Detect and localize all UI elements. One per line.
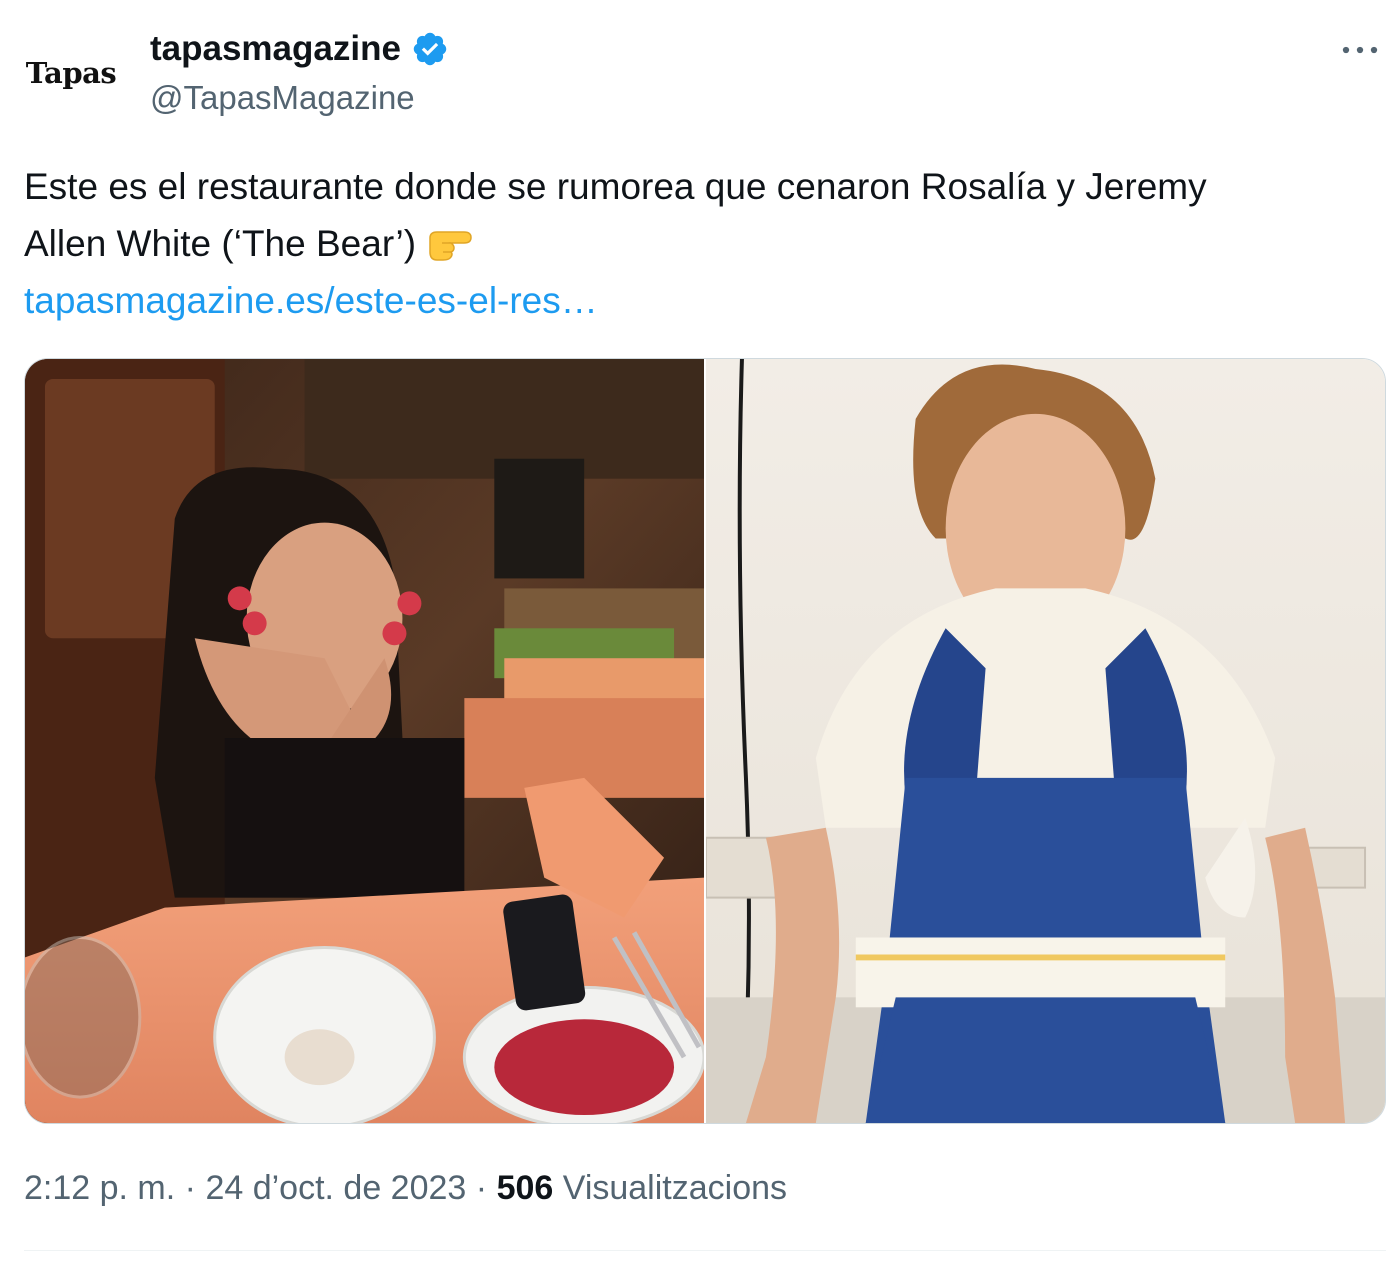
author-name-row: tapasmagazine [150, 26, 449, 72]
media-grid [24, 358, 1386, 1124]
tweet-text-line-2-row: Allen White (‘The Bear’) [24, 215, 1374, 272]
restaurant-photo[interactable] [25, 359, 704, 1123]
tweet-header: Tapas tapasmagazine @TapasMagazine [0, 0, 1400, 140]
tweet: Tapas tapasmagazine @TapasMagazine Este … [0, 0, 1400, 1261]
verified-badge-icon[interactable] [411, 30, 449, 68]
tweet-date[interactable]: 24 d’oct. de 2023 [205, 1169, 466, 1207]
views-label: Visualitzacions [562, 1169, 788, 1207]
divider [24, 1250, 1386, 1251]
meta-separator: · [184, 1169, 196, 1207]
chef-photo[interactable] [706, 359, 1385, 1123]
tweet-meta: 2:12 p. m. · 24 d’oct. de 2023 · 506 Vis… [24, 1162, 787, 1214]
views-count: 506 [496, 1169, 554, 1207]
article-link[interactable]: tapasmagazine.es/este-es-el-res… [24, 272, 1374, 329]
author-display-name[interactable]: tapasmagazine [150, 26, 401, 72]
avatar-logo-text: Tapas [25, 56, 117, 90]
tweet-time[interactable]: 2:12 p. m. [24, 1169, 175, 1207]
tweet-text-line-1: Este es el restaurante donde se rumorea … [24, 166, 1207, 207]
more-options-icon[interactable] [1338, 30, 1382, 70]
tweet-text: Este es el restaurante donde se rumorea … [24, 158, 1374, 329]
backhand-index-pointing-right-icon [424, 223, 474, 263]
author-handle[interactable]: @TapasMagazine [150, 76, 415, 120]
photo-woman-restaurant-icon [25, 359, 704, 1123]
meta-separator: · [475, 1169, 488, 1207]
photo-man-apron-icon [706, 359, 1385, 1123]
avatar[interactable]: Tapas [18, 20, 124, 126]
tweet-text-line-2: Allen White (‘The Bear’) [24, 223, 417, 264]
